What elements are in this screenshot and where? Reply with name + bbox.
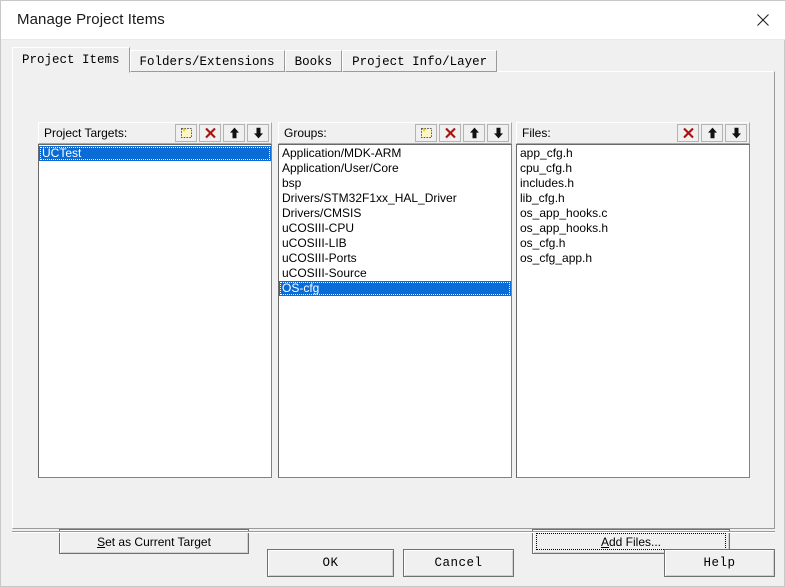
new-item-icon[interactable] [175, 124, 197, 142]
manage-project-items-dialog: Manage Project Items Project Items Folde… [0, 0, 785, 587]
help-button[interactable]: Help [664, 549, 775, 577]
move-up-icon[interactable] [701, 124, 723, 142]
files-label: Files: [522, 126, 551, 140]
delete-icon[interactable] [439, 124, 461, 142]
delete-icon[interactable] [199, 124, 221, 142]
move-down-icon[interactable] [725, 124, 747, 142]
groups-toolbar [415, 124, 509, 142]
move-down-icon[interactable] [247, 124, 269, 142]
tab-folders-extensions[interactable]: Folders/Extensions [129, 50, 285, 72]
add-files-accel: A [600, 534, 609, 549]
title-bar: Manage Project Items [1, 1, 785, 40]
close-icon[interactable] [740, 1, 785, 39]
move-up-icon[interactable] [223, 124, 245, 142]
set-as-current-target-label: Set as Current Target [97, 535, 211, 549]
list-item[interactable]: Drivers/STM32F1xx_HAL_Driver [279, 191, 511, 206]
list-item[interactable]: Drivers/CMSIS [279, 206, 511, 221]
add-files-text: dd Files... [608, 534, 662, 549]
ok-button[interactable]: OK [267, 549, 394, 577]
list-item[interactable]: bsp [279, 176, 511, 191]
tab-project-items[interactable]: Project Items [12, 47, 130, 73]
files-list[interactable]: app_cfg.h cpu_cfg.h includes.h lib_cfg.h… [516, 144, 750, 478]
list-item[interactable]: os_cfg_app.h [517, 251, 749, 266]
add-files-label: Add Files... [601, 535, 661, 549]
groups-label: Groups: [284, 126, 327, 140]
list-item[interactable]: includes.h [517, 176, 749, 191]
files-column: Files: app_cfg.h cpu_cfg.h includes.h li… [516, 122, 750, 478]
list-item[interactable]: OS-cfg [279, 281, 511, 296]
list-item[interactable]: uCOSIII-Ports [279, 251, 511, 266]
project-targets-label: Project Targets: [44, 126, 128, 140]
list-item[interactable]: uCOSIII-CPU [279, 221, 511, 236]
groups-column: Groups: Application/MDK-ARM Application/… [278, 122, 512, 478]
list-item[interactable]: uCOSIII-LIB [279, 236, 511, 251]
move-up-icon[interactable] [463, 124, 485, 142]
tab-page-project-items: Project Targets: UCTest Groups: Applicat… [12, 71, 775, 554]
list-item[interactable]: cpu_cfg.h [517, 161, 749, 176]
list-item[interactable]: Application/User/Core [279, 161, 511, 176]
move-down-icon[interactable] [487, 124, 509, 142]
files-toolbar [677, 124, 747, 142]
tab-strip: Project Items Folders/Extensions Books P… [12, 47, 498, 73]
files-header: Files: [516, 122, 750, 144]
delete-icon[interactable] [677, 124, 699, 142]
window-title: Manage Project Items [17, 11, 165, 28]
list-item[interactable]: uCOSIII-Source [279, 266, 511, 281]
list-item[interactable]: os_app_hooks.c [517, 206, 749, 221]
set-as-current-target-text: et as Current Target [105, 534, 211, 549]
list-item[interactable]: UCTest [39, 146, 271, 161]
project-targets-toolbar [175, 124, 269, 142]
new-item-icon[interactable] [415, 124, 437, 142]
footer-divider [12, 531, 775, 533]
ok-label: OK [322, 556, 339, 570]
set-as-current-target-accel: S [97, 534, 106, 549]
list-item[interactable]: os_app_hooks.h [517, 221, 749, 236]
project-targets-column: Project Targets: UCTest [38, 122, 272, 478]
tab-books[interactable]: Books [284, 50, 343, 72]
help-label: Help [703, 556, 736, 570]
project-targets-list[interactable]: UCTest [38, 144, 272, 478]
cancel-label: Cancel [434, 556, 483, 570]
project-targets-header: Project Targets: [38, 122, 272, 144]
list-item[interactable]: app_cfg.h [517, 146, 749, 161]
list-item[interactable]: lib_cfg.h [517, 191, 749, 206]
list-item[interactable]: os_cfg.h [517, 236, 749, 251]
cancel-button[interactable]: Cancel [403, 549, 514, 577]
tab-project-info-layer[interactable]: Project Info/Layer [342, 50, 498, 72]
list-item[interactable]: Application/MDK-ARM [279, 146, 511, 161]
groups-header: Groups: [278, 122, 512, 144]
groups-list[interactable]: Application/MDK-ARM Application/User/Cor… [278, 144, 512, 478]
